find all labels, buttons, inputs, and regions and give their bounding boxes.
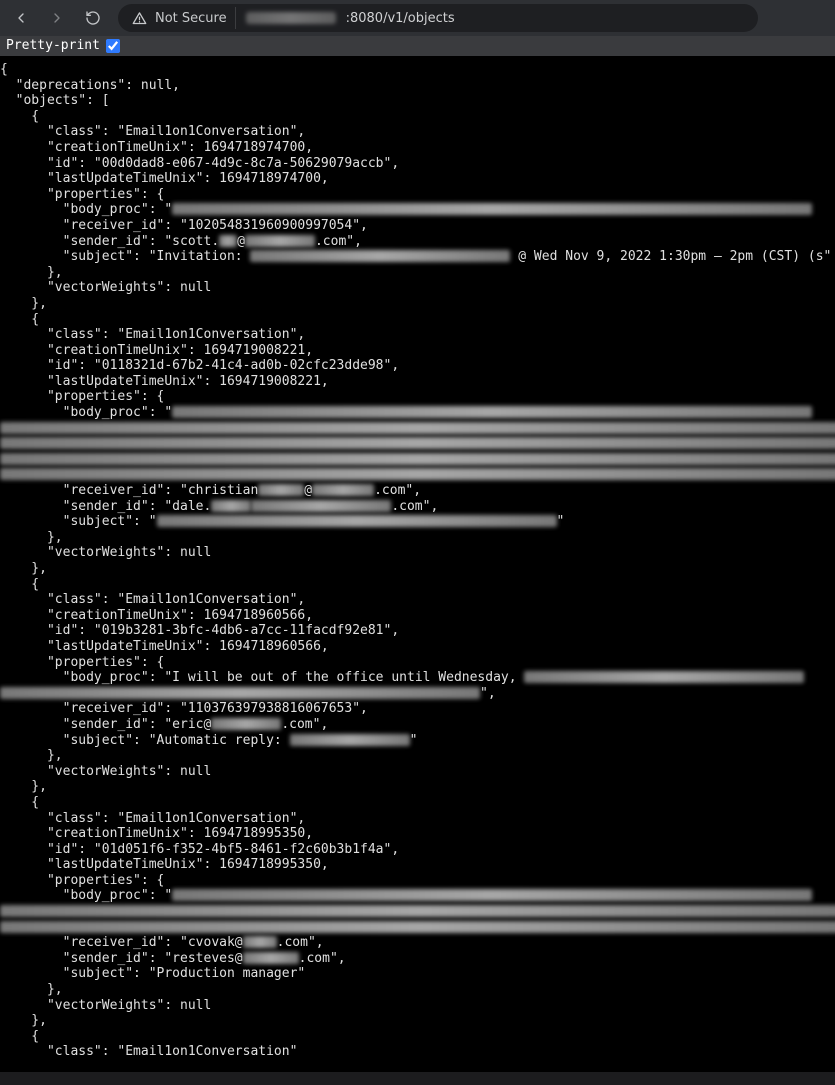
divider: [235, 7, 236, 29]
browser-toolbar: Not Secure :8080/v1/objects: [0, 0, 835, 36]
forward-icon[interactable]: [46, 7, 68, 29]
json-viewer: { "deprecations": null, "objects": [ { "…: [0, 56, 835, 1072]
pretty-print-bar: Pretty-print: [0, 36, 835, 56]
address-bar[interactable]: Not Secure :8080/v1/objects: [118, 4, 758, 32]
back-icon[interactable]: [10, 7, 32, 29]
pretty-print-label: Pretty-print: [6, 38, 100, 53]
url-path: :8080/v1/objects: [346, 11, 455, 26]
not-secure-label: Not Secure: [155, 11, 227, 26]
url-host-redacted: [246, 12, 336, 24]
reload-icon[interactable]: [82, 7, 104, 29]
not-secure-icon: [132, 11, 147, 26]
pretty-print-checkbox[interactable]: [106, 39, 120, 53]
